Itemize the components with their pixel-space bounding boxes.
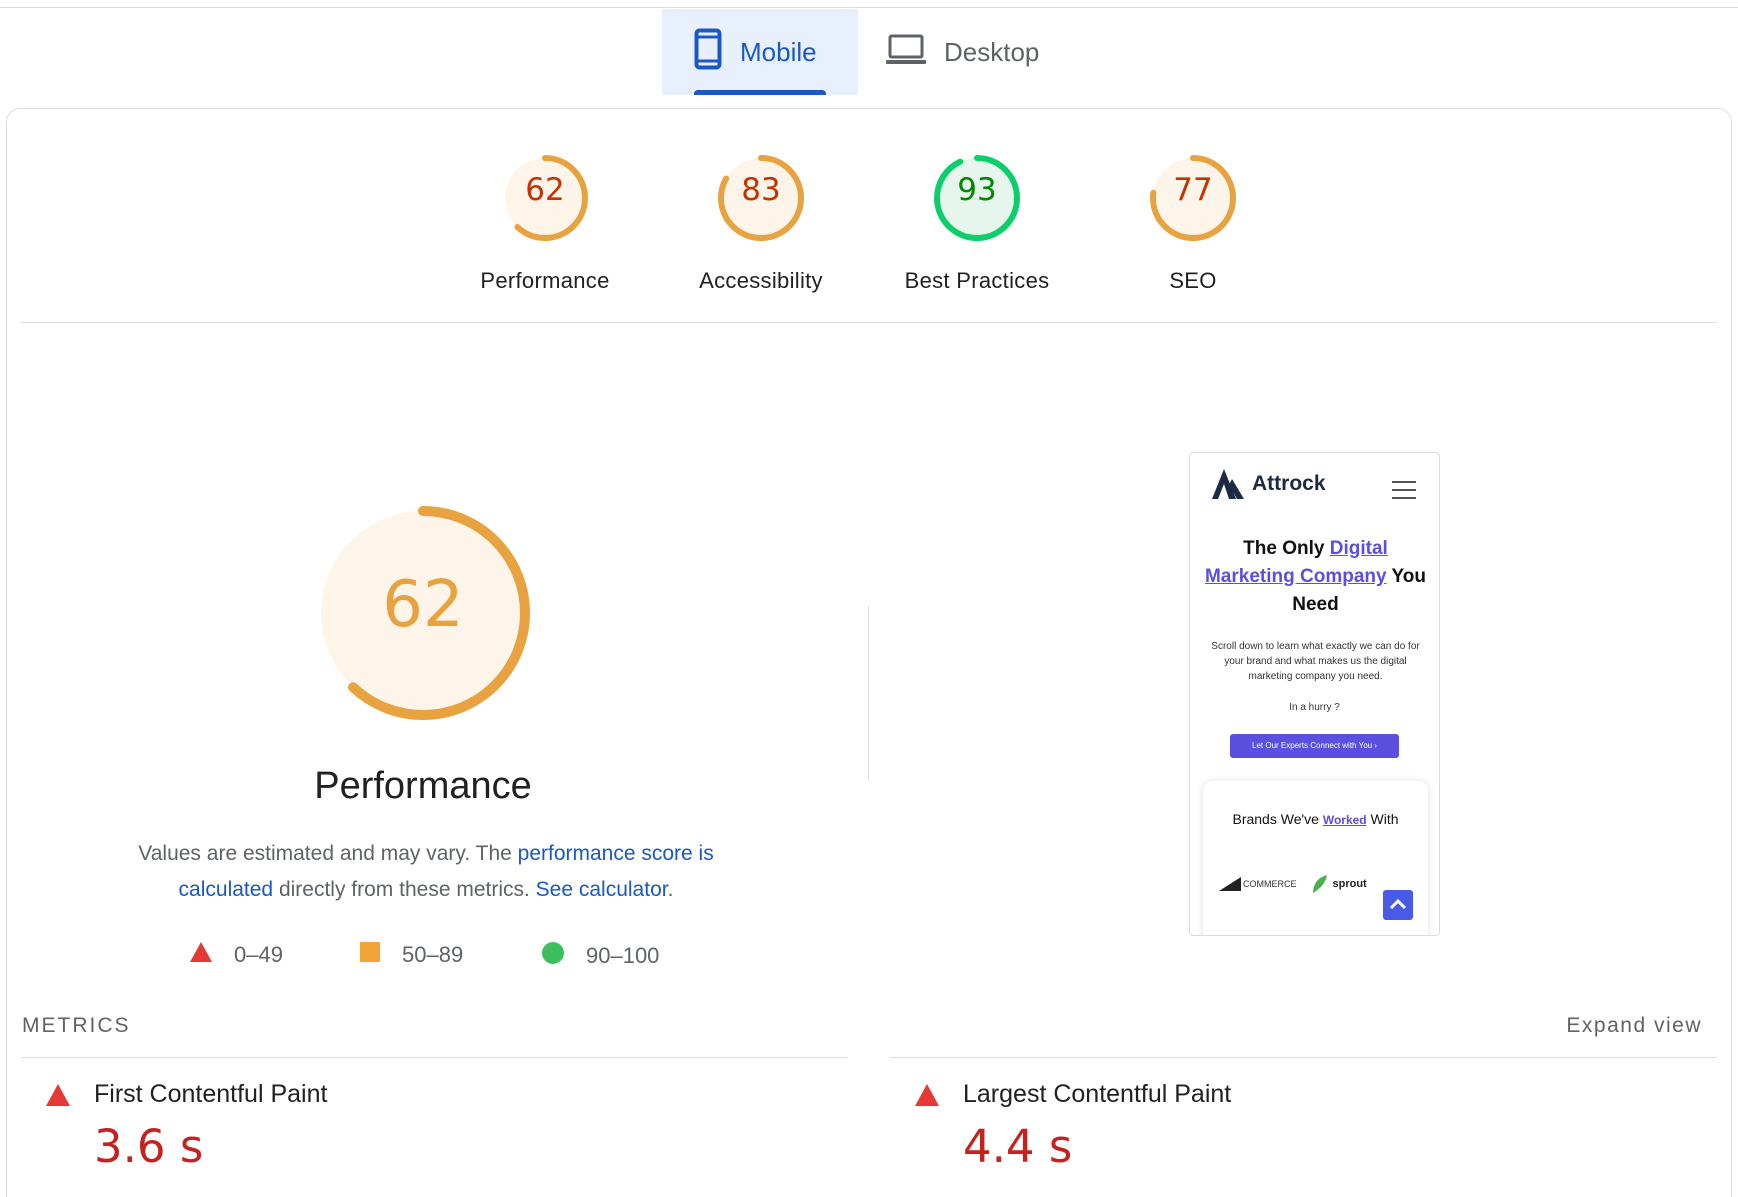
gauge-score: 77: [1173, 172, 1213, 208]
fail-triangle-icon: [190, 942, 212, 968]
tab-desktop-label: Desktop: [944, 36, 1040, 67]
gauge-score: 62: [525, 172, 565, 208]
attrock-logo: Attrock: [1212, 469, 1326, 499]
metrics-heading: METRICS: [22, 1014, 131, 1037]
fail-triangle-icon: [915, 1084, 939, 1111]
hamburger-menu-icon: [1392, 481, 1416, 505]
see-calculator-link[interactable]: See calculator: [536, 878, 668, 901]
fail-triangle-icon: [46, 1084, 70, 1111]
metrics-rule-left: [21, 1057, 848, 1058]
vertical-separator: [868, 606, 869, 780]
brands-text: Brands We've: [1232, 811, 1323, 827]
legend-fail: 0–49: [190, 942, 283, 968]
thumb-headline: The Only Digital Marketing Company You N…: [1200, 535, 1431, 619]
desc-text: directly from these metrics.: [273, 878, 536, 901]
desc-text: .: [667, 878, 674, 901]
top-rule: [0, 7, 1738, 8]
thumb-subtext: Scroll down to learn what exactly we can…: [1211, 641, 1420, 682]
metrics-rule-right: [890, 1057, 1717, 1058]
attrock-logo-icon: [1212, 469, 1244, 499]
brands-link: Worked: [1322, 813, 1367, 827]
smartphone-icon: [694, 28, 722, 77]
metric-name: First Contentful Paint: [94, 1080, 328, 1108]
desc-text: Values are estimated and may vary. The: [138, 842, 518, 865]
gauge-seo[interactable]: 77 SEO: [1093, 150, 1293, 294]
gauge-accessibility[interactable]: 83 Accessibility: [661, 150, 861, 294]
legend-range: 0–49: [234, 942, 283, 967]
gauge-score: 93: [957, 172, 997, 208]
tab-mobile-label: Mobile: [740, 36, 817, 67]
performance-score: 62: [382, 568, 464, 642]
brands-text: With: [1366, 811, 1399, 827]
headline-text: The Only: [1243, 538, 1330, 559]
gauge-label: Accessibility: [699, 268, 823, 293]
laptop-icon: [886, 33, 926, 72]
tab-desktop[interactable]: Desktop: [858, 9, 1071, 95]
gauge-performance[interactable]: 62 Performance: [445, 150, 645, 294]
gauge-label: SEO: [1169, 268, 1217, 293]
page-screenshot-thumbnail[interactable]: Attrock The Only Digital Marketing Compa…: [1189, 452, 1440, 936]
section-divider: [21, 322, 1717, 323]
logo-text: sprout: [1332, 878, 1367, 890]
brands-title: Brands We've Worked With: [1203, 811, 1428, 827]
gauge-score: 83: [741, 172, 781, 208]
legend-pass: 90–100: [542, 942, 659, 970]
performance-title: Performance: [314, 765, 532, 807]
legend-range: 50–89: [402, 942, 464, 967]
active-tab-indicator: [694, 90, 826, 95]
brand-logos: COMMERCE sprout: [1219, 875, 1367, 893]
legend-average: 50–89: [360, 942, 463, 968]
average-square-icon: [360, 942, 380, 968]
metric-name: Largest Contentful Paint: [963, 1080, 1232, 1108]
brand-name: Attrock: [1252, 472, 1326, 495]
gauge-label: Best Practices: [904, 268, 1050, 293]
metric-value: 4.4 s: [963, 1120, 1073, 1173]
thumb-hurry: In a hurry ?: [1289, 702, 1340, 713]
gauge-best-practices[interactable]: 93 Best Practices: [877, 150, 1077, 294]
category-gauges: 62 Performance 83 Accessibility 93 Best …: [0, 150, 1738, 300]
score-legend: 0–49 50–89 90–100: [0, 942, 860, 972]
performance-description: Values are estimated and may vary. The p…: [96, 836, 756, 908]
metric-value: 3.6 s: [94, 1120, 204, 1173]
legend-range: 90–100: [586, 943, 660, 968]
device-tabs: Mobile Desktop: [662, 9, 1071, 95]
pass-circle-icon: [542, 942, 564, 970]
scroll-top-icon: [1383, 890, 1413, 920]
gauge-label: Performance: [480, 268, 610, 293]
bigcommerce-logo: COMMERCE: [1219, 877, 1297, 891]
tab-mobile[interactable]: Mobile: [662, 9, 858, 95]
sprout-logo: sprout: [1311, 875, 1367, 893]
expand-view-button[interactable]: Expand view: [1566, 1014, 1702, 1038]
thumb-cta-button: Let Our Experts Connect with You ›: [1230, 734, 1399, 758]
logo-text: COMMERCE: [1243, 879, 1297, 889]
